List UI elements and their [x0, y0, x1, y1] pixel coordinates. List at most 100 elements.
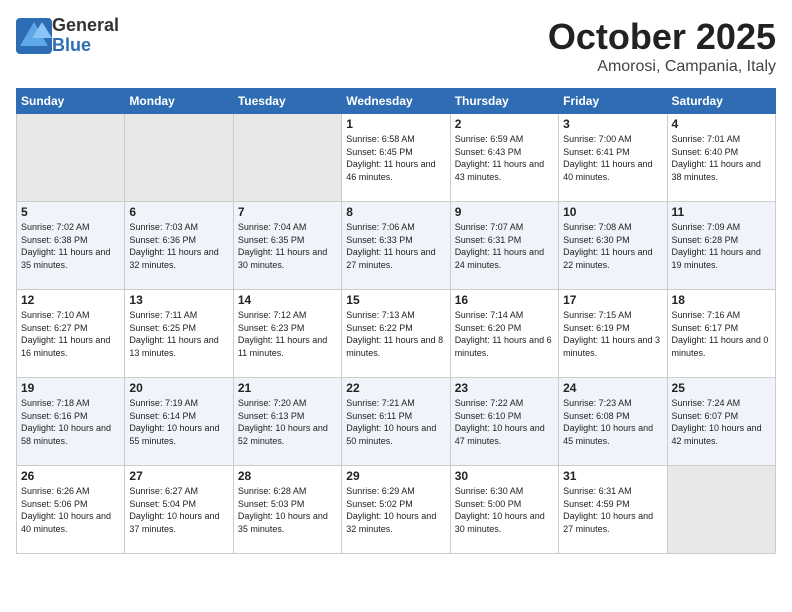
- calendar-cell: 25 Sunrise: 7:24 AMSunset: 6:07 PMDayligh…: [667, 378, 775, 466]
- calendar-cell: 20 Sunrise: 7:19 AMSunset: 6:14 PMDayligh…: [125, 378, 233, 466]
- day-number: 5: [21, 205, 120, 219]
- day-number: 20: [129, 381, 228, 395]
- day-number: 15: [346, 293, 445, 307]
- calendar-cell: 14Sunrise: 7:12 AMSunset: 6:23 PMDayligh…: [233, 290, 341, 378]
- day-info: Sunrise: 7:22 AMSunset: 6:10 PMDaylight:…: [455, 398, 545, 446]
- day-number: 22: [346, 381, 445, 395]
- day-info: Sunrise: 7:13 AMSunset: 6:22 PMDaylight:…: [346, 310, 443, 358]
- calendar-cell: 6Sunrise: 7:03 AMSunset: 6:36 PMDaylight…: [125, 202, 233, 290]
- calendar-week-row: 1Sunrise: 6:58 AMSunset: 6:45 PMDaylight…: [17, 114, 776, 202]
- day-info: Sunrise: 7:10 AMSunset: 6:27 PMDaylight:…: [21, 310, 110, 358]
- day-info: Sunrise: 6:59 AMSunset: 6:43 PMDaylight:…: [455, 134, 544, 182]
- day-number: 30: [455, 469, 554, 483]
- calendar-cell: [667, 466, 775, 554]
- day-info: Sunrise: 7:16 AMSunset: 6:17 PMDaylight:…: [672, 310, 769, 358]
- calendar-cell: 18 Sunrise: 7:16 AMSunset: 6:17 PMDayligh…: [667, 290, 775, 378]
- calendar-week-row: 26 Sunrise: 6:26 AMSunset: 5:06 PMDayligh…: [17, 466, 776, 554]
- calendar-cell: [17, 114, 125, 202]
- calendar-cell: 17 Sunrise: 7:15 AMSunset: 6:19 PMDayligh…: [559, 290, 667, 378]
- calendar-cell: 21 Sunrise: 7:20 AMSunset: 6:13 PMDayligh…: [233, 378, 341, 466]
- day-number: 28: [238, 469, 337, 483]
- calendar-cell: 30 Sunrise: 6:30 AMSunset: 5:00 PMDayligh…: [450, 466, 558, 554]
- day-info: Sunrise: 7:24 AMSunset: 6:07 PMDaylight:…: [672, 398, 762, 446]
- day-info: Sunrise: 6:26 AMSunset: 5:06 PMDaylight:…: [21, 486, 111, 534]
- day-of-week-header: Friday: [559, 89, 667, 114]
- calendar-cell: 29 Sunrise: 6:29 AMSunset: 5:02 PMDayligh…: [342, 466, 450, 554]
- day-number: 26: [21, 469, 120, 483]
- day-number: 8: [346, 205, 445, 219]
- day-number: 10: [563, 205, 662, 219]
- logo-blue: Blue: [52, 36, 119, 56]
- calendar-cell: 10 Sunrise: 7:08 AMSunset: 6:30 PMDayligh…: [559, 202, 667, 290]
- day-of-week-header: Wednesday: [342, 89, 450, 114]
- day-number: 19: [21, 381, 120, 395]
- day-of-week-header: Saturday: [667, 89, 775, 114]
- calendar-cell: 15 Sunrise: 7:13 AMSunset: 6:22 PMDayligh…: [342, 290, 450, 378]
- title-block: October 2025 Amorosi, Campania, Italy: [548, 16, 776, 76]
- day-number: 13: [129, 293, 228, 307]
- day-number: 6: [129, 205, 228, 219]
- calendar-cell: 2Sunrise: 6:59 AMSunset: 6:43 PMDaylight…: [450, 114, 558, 202]
- day-number: 27: [129, 469, 228, 483]
- calendar-cell: 1Sunrise: 6:58 AMSunset: 6:45 PMDaylight…: [342, 114, 450, 202]
- day-number: 7: [238, 205, 337, 219]
- calendar-cell: 4Sunrise: 7:01 AMSunset: 6:40 PMDaylight…: [667, 114, 775, 202]
- calendar-cell: 13Sunrise: 7:11 AMSunset: 6:25 PMDayligh…: [125, 290, 233, 378]
- calendar-cell: 5 Sunrise: 7:02 AMSunset: 6:38 PMDaylight…: [17, 202, 125, 290]
- logo-icon: [16, 18, 52, 54]
- day-info: Sunrise: 6:31 AMSunset: 4:59 PMDaylight:…: [563, 486, 653, 534]
- page-header: General Blue October 2025 Amorosi, Campa…: [16, 16, 776, 76]
- day-info: Sunrise: 7:04 AMSunset: 6:35 PMDaylight:…: [238, 222, 327, 270]
- day-number: 12: [21, 293, 120, 307]
- calendar-cell: 19 Sunrise: 7:18 AMSunset: 6:16 PMDayligh…: [17, 378, 125, 466]
- day-info: Sunrise: 7:23 AMSunset: 6:08 PMDaylight:…: [563, 398, 653, 446]
- day-info: Sunrise: 6:28 AMSunset: 5:03 PMDaylight:…: [238, 486, 328, 534]
- calendar-cell: 28 Sunrise: 6:28 AMSunset: 5:03 PMDayligh…: [233, 466, 341, 554]
- day-number: 16: [455, 293, 554, 307]
- location-title: Amorosi, Campania, Italy: [548, 58, 776, 76]
- day-info: Sunrise: 7:18 AMSunset: 6:16 PMDaylight:…: [21, 398, 111, 446]
- calendar-cell: 23 Sunrise: 7:22 AMSunset: 6:10 PMDayligh…: [450, 378, 558, 466]
- calendar-cell: 22 Sunrise: 7:21 AMSunset: 6:11 PMDayligh…: [342, 378, 450, 466]
- calendar-cell: 12 Sunrise: 7:10 AMSunset: 6:27 PMDayligh…: [17, 290, 125, 378]
- calendar-cell: [233, 114, 341, 202]
- day-number: 17: [563, 293, 662, 307]
- calendar-cell: 9Sunrise: 7:07 AMSunset: 6:31 PMDaylight…: [450, 202, 558, 290]
- calendar-header-row: SundayMondayTuesdayWednesdayThursdayFrid…: [17, 89, 776, 114]
- calendar-cell: 27 Sunrise: 6:27 AMSunset: 5:04 PMDayligh…: [125, 466, 233, 554]
- day-info: Sunrise: 7:01 AMSunset: 6:40 PMDaylight:…: [672, 134, 761, 182]
- day-info: Sunrise: 7:20 AMSunset: 6:13 PMDaylight:…: [238, 398, 328, 446]
- day-info: Sunrise: 7:15 AMSunset: 6:19 PMDaylight:…: [563, 310, 660, 358]
- day-info: Sunrise: 7:19 AMSunset: 6:14 PMDaylight:…: [129, 398, 219, 446]
- day-info: Sunrise: 7:07 AMSunset: 6:31 PMDaylight:…: [455, 222, 544, 270]
- month-title: October 2025: [548, 16, 776, 58]
- calendar-cell: 11Sunrise: 7:09 AMSunset: 6:28 PMDayligh…: [667, 202, 775, 290]
- calendar-cell: 31 Sunrise: 6:31 AMSunset: 4:59 PMDayligh…: [559, 466, 667, 554]
- day-number: 24: [563, 381, 662, 395]
- calendar-cell: 8 Sunrise: 7:06 AMSunset: 6:33 PMDaylight…: [342, 202, 450, 290]
- day-info: Sunrise: 7:21 AMSunset: 6:11 PMDaylight:…: [346, 398, 436, 446]
- day-number: 21: [238, 381, 337, 395]
- day-info: Sunrise: 6:30 AMSunset: 5:00 PMDaylight:…: [455, 486, 545, 534]
- day-info: Sunrise: 7:06 AMSunset: 6:33 PMDaylight:…: [346, 222, 435, 270]
- day-info: Sunrise: 6:29 AMSunset: 5:02 PMDaylight:…: [346, 486, 436, 534]
- calendar-cell: [125, 114, 233, 202]
- day-number: 3: [563, 117, 662, 131]
- logo-text: General Blue: [52, 16, 119, 56]
- day-number: 25: [672, 381, 771, 395]
- calendar-table: SundayMondayTuesdayWednesdayThursdayFrid…: [16, 88, 776, 554]
- day-number: 29: [346, 469, 445, 483]
- calendar-cell: 3Sunrise: 7:00 AMSunset: 6:41 PMDaylight…: [559, 114, 667, 202]
- day-number: 14: [238, 293, 337, 307]
- calendar-cell: 24 Sunrise: 7:23 AMSunset: 6:08 PMDayligh…: [559, 378, 667, 466]
- day-info: Sunrise: 7:02 AMSunset: 6:38 PMDaylight:…: [21, 222, 110, 270]
- day-info: Sunrise: 6:27 AMSunset: 5:04 PMDaylight:…: [129, 486, 219, 534]
- day-number: 31: [563, 469, 662, 483]
- day-info: Sunrise: 7:08 AMSunset: 6:30 PMDaylight:…: [563, 222, 652, 270]
- day-number: 18: [672, 293, 771, 307]
- day-number: 23: [455, 381, 554, 395]
- day-of-week-header: Sunday: [17, 89, 125, 114]
- calendar-week-row: 5 Sunrise: 7:02 AMSunset: 6:38 PMDaylight…: [17, 202, 776, 290]
- logo-general: General: [52, 16, 119, 36]
- calendar-week-row: 19 Sunrise: 7:18 AMSunset: 6:16 PMDayligh…: [17, 378, 776, 466]
